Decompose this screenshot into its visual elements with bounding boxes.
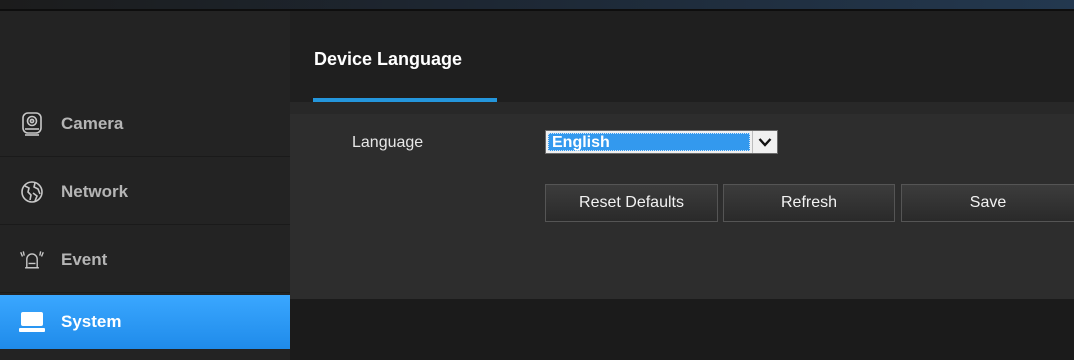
- monitor-icon: [19, 309, 45, 335]
- save-button[interactable]: Save: [901, 184, 1074, 222]
- reset-defaults-button[interactable]: Reset Defaults: [545, 184, 718, 222]
- content-header: Device Language: [290, 11, 1074, 102]
- content-footer: [290, 299, 1074, 360]
- camera-icon: [19, 111, 45, 137]
- sidebar-item-label: Network: [61, 181, 129, 201]
- top-bar: [0, 0, 1074, 11]
- sidebar-item-network[interactable]: Network: [0, 159, 290, 225]
- chevron-down-icon[interactable]: [752, 131, 777, 153]
- sidebar-item-label: System: [61, 312, 122, 331]
- sidebar-item-system[interactable]: System: [0, 295, 290, 349]
- network-globe-icon: [19, 179, 45, 205]
- header-separator: [290, 102, 1074, 114]
- settings-panel: Language English Reset Defaults Refresh …: [290, 114, 1074, 299]
- sidebar-item-label: Camera: [61, 113, 124, 133]
- alarm-bell-icon: [19, 247, 45, 273]
- language-select[interactable]: English: [545, 130, 778, 154]
- sidebar-item-event[interactable]: Event: [0, 227, 290, 293]
- language-select-value: English: [548, 133, 750, 151]
- refresh-button[interactable]: Refresh: [723, 184, 895, 222]
- sidebar-item-camera[interactable]: Camera: [0, 91, 290, 157]
- tab-device-language[interactable]: Device Language: [314, 49, 462, 70]
- sidebar-item-label: Event: [61, 249, 108, 269]
- language-label: Language: [352, 134, 424, 151]
